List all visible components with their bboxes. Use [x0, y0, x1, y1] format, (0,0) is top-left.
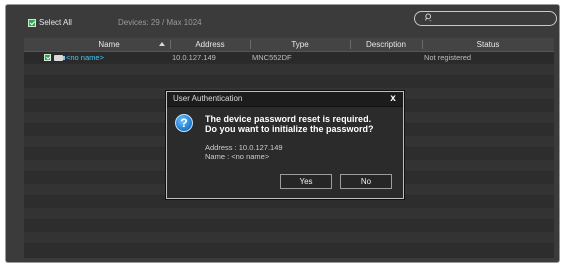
column-header-status[interactable]: Status — [422, 38, 554, 51]
column-header-type[interactable]: Type — [250, 38, 350, 51]
table-row[interactable]: <no name> 10.0.127.149 MNC552DF Not regi… — [24, 52, 554, 63]
column-header-label: Description — [365, 40, 406, 49]
device-status: Not registered — [424, 53, 472, 62]
device-address: 10.0.127.149 — [172, 53, 216, 62]
table-row[interactable] — [24, 232, 554, 243]
dialog-name: Name : <no name> — [205, 152, 270, 161]
no-button[interactable]: No — [340, 174, 392, 189]
row-checkbox[interactable] — [44, 54, 51, 61]
dialog-address: Address : 10.0.127.149 — [205, 143, 283, 152]
device-list-toolbar: Select All Devices: 29 / Max 1024 — [6, 5, 559, 35]
question-icon: ? — [175, 114, 193, 132]
sort-ascending-icon[interactable] — [159, 42, 165, 46]
device-name[interactable]: <no name> — [66, 52, 104, 63]
camera-icon — [54, 54, 65, 61]
yes-button[interactable]: Yes — [280, 174, 332, 189]
table-row[interactable] — [24, 76, 554, 87]
table-row[interactable] — [24, 244, 554, 255]
column-header-label: Address — [195, 40, 225, 49]
app-window: Select All Devices: 29 / Max 1024 Name A… — [0, 0, 563, 266]
search-input[interactable] — [414, 11, 557, 26]
column-header-name[interactable]: Name — [24, 38, 194, 51]
table-row[interactable] — [24, 208, 554, 219]
column-header-address[interactable]: Address — [170, 38, 250, 51]
dialog-title: User Authentication — [173, 94, 243, 103]
select-all-checkbox[interactable] — [28, 18, 36, 27]
table-header: Name Address Type Description Status — [24, 38, 554, 52]
devices-count: Devices: 29 / Max 1024 — [118, 18, 202, 27]
column-header-label: Status — [476, 40, 500, 49]
dialog-titlebar: User Authentication x — [167, 92, 403, 107]
row-name-cell: <no name> — [44, 52, 104, 63]
select-all-control[interactable]: Select All — [28, 18, 72, 27]
dialog-message-line1: The device password reset is required. — [205, 114, 372, 124]
table-row[interactable] — [24, 220, 554, 231]
close-icon[interactable]: x — [387, 92, 399, 106]
dialog-message-line2: Do you want to initialize the password? — [205, 124, 374, 134]
select-all-label: Select All — [39, 18, 72, 27]
search-icon — [425, 13, 432, 22]
device-type: MNC552DF — [252, 53, 292, 62]
column-header-description[interactable]: Description — [350, 38, 422, 51]
column-header-label: Name — [98, 40, 120, 49]
table-row[interactable] — [24, 64, 554, 75]
user-authentication-dialog: User Authentication x ? The device passw… — [166, 91, 404, 199]
column-header-label: Type — [291, 40, 309, 49]
